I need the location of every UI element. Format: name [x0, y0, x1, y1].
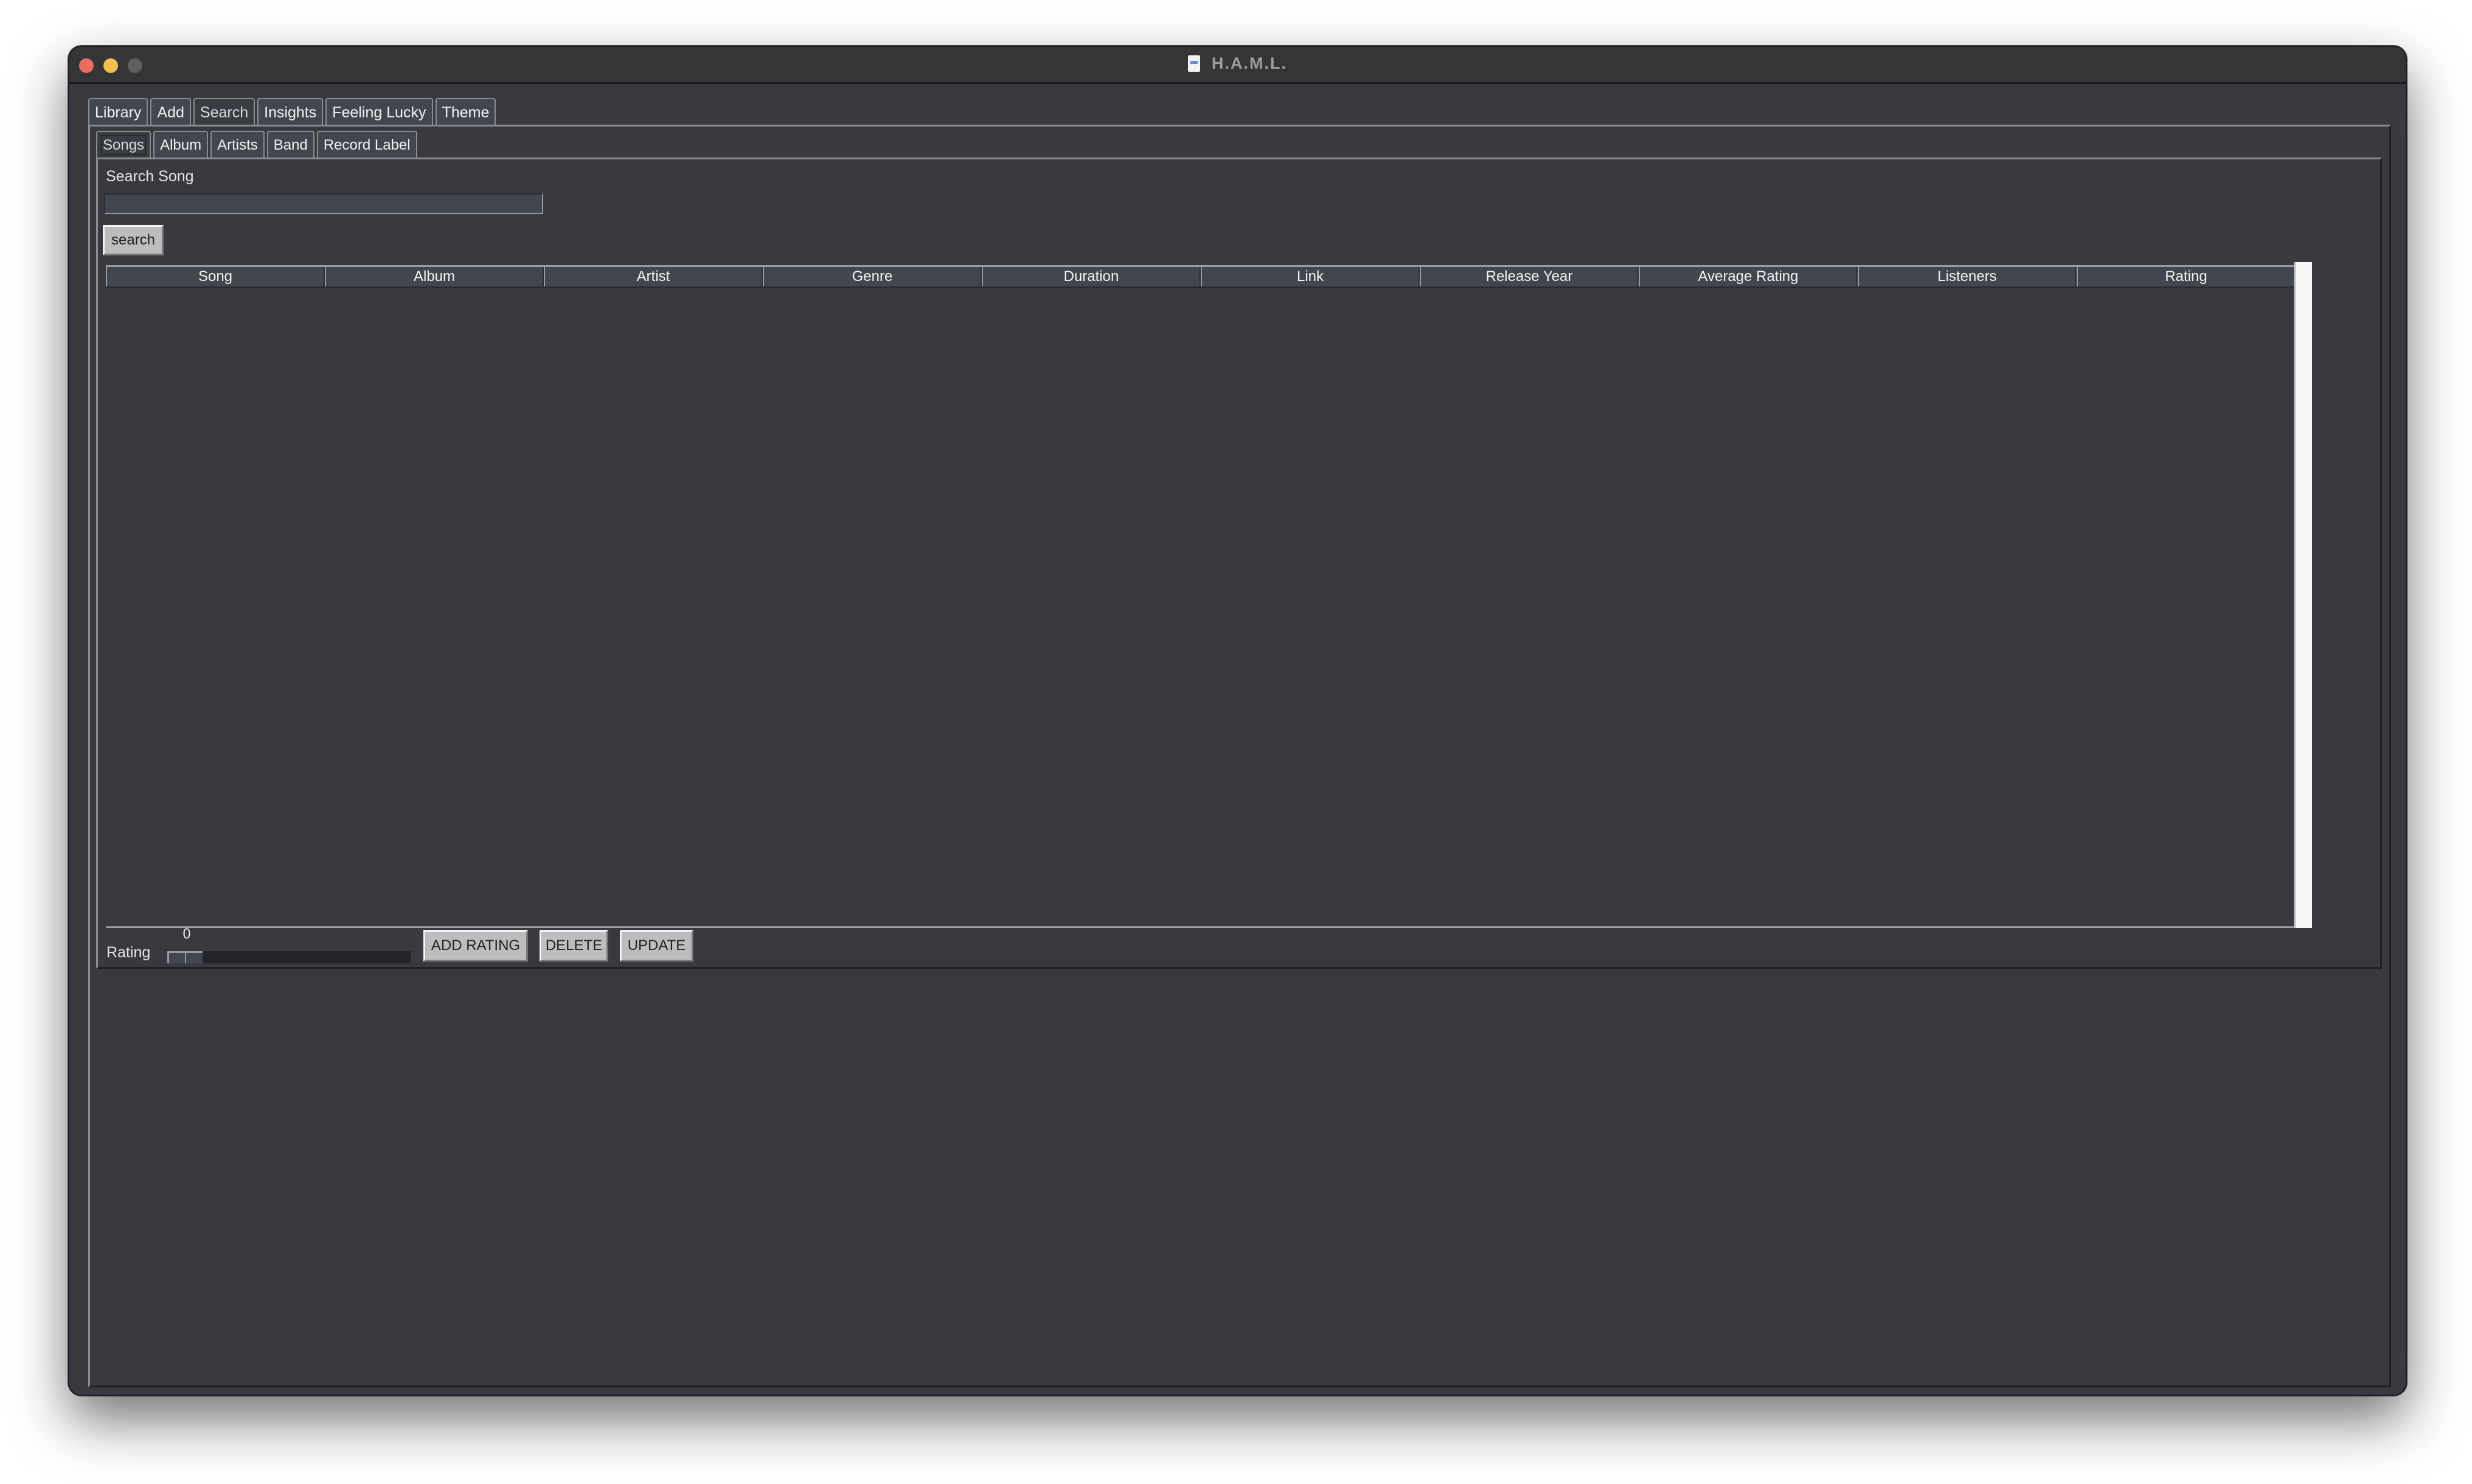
table-header: Song Album Artist Genre Duration Link Re… — [106, 265, 2296, 288]
column-header-rating[interactable]: Rating — [2077, 267, 2296, 286]
update-button[interactable]: UPDATE — [620, 930, 693, 962]
tab-feeling-lucky[interactable]: Feeling Lucky — [325, 98, 433, 126]
subtab-artists[interactable]: Artists — [210, 131, 265, 159]
column-header-link[interactable]: Link — [1201, 267, 1420, 286]
results-table: Song Album Artist Genre Duration Link Re… — [106, 265, 2296, 928]
column-header-listeners[interactable]: Listeners — [1858, 267, 2077, 286]
column-header-genre[interactable]: Genre — [763, 267, 982, 286]
songs-search-panel: Search Song search Song Album Artist Gen… — [96, 158, 2382, 969]
search-tab-panel: Songs Album Artists Band Record Label Se… — [88, 125, 2391, 1387]
column-header-average-rating[interactable]: Average Rating — [1639, 267, 1858, 286]
tab-theme[interactable]: Theme — [435, 98, 496, 126]
column-header-album[interactable]: Album — [325, 267, 544, 286]
search-button[interactable]: search — [103, 225, 164, 255]
sub-tab-bar: Songs Album Artists Band Record Label — [96, 131, 420, 159]
subtab-songs-label: Songs — [100, 135, 147, 155]
column-header-duration[interactable]: Duration — [982, 267, 1201, 286]
column-header-song[interactable]: Song — [106, 267, 325, 286]
window-title-wrap: H.A.M.L. — [69, 54, 2406, 73]
subtab-band[interactable]: Band — [266, 131, 314, 159]
document-icon — [1187, 55, 1200, 72]
column-header-artist[interactable]: Artist — [544, 267, 763, 286]
rating-slider[interactable] — [167, 951, 411, 963]
tab-search[interactable]: Search — [193, 98, 255, 126]
subtab-album[interactable]: Album — [153, 131, 209, 159]
tab-add[interactable]: Add — [150, 98, 191, 126]
app-window: H.A.M.L. Library Add Search Insights Fee… — [68, 46, 2407, 1396]
tab-library[interactable]: Library — [88, 98, 148, 126]
delete-button[interactable]: DELETE — [540, 930, 608, 962]
subtab-record-label[interactable]: Record Label — [316, 131, 417, 159]
table-vertical-scrollbar[interactable] — [2294, 262, 2312, 928]
title-bar[interactable]: H.A.M.L. — [69, 47, 2406, 84]
rating-slider-value: 0 — [182, 927, 191, 942]
search-song-label: Search Song — [106, 168, 194, 185]
tab-insights[interactable]: Insights — [257, 98, 324, 126]
column-header-release-year[interactable]: Release Year — [1420, 267, 1639, 286]
main-tab-bar: Library Add Search Insights Feeling Luck… — [88, 98, 498, 126]
subtab-songs[interactable]: Songs — [96, 131, 151, 159]
add-rating-button[interactable]: ADD RATING — [423, 930, 528, 962]
window-title: H.A.M.L. — [1212, 54, 1288, 72]
search-song-input[interactable] — [104, 193, 543, 214]
rating-slider-handle[interactable] — [167, 951, 203, 963]
table-body[interactable] — [106, 288, 2296, 926]
rating-label: Rating — [106, 944, 151, 961]
